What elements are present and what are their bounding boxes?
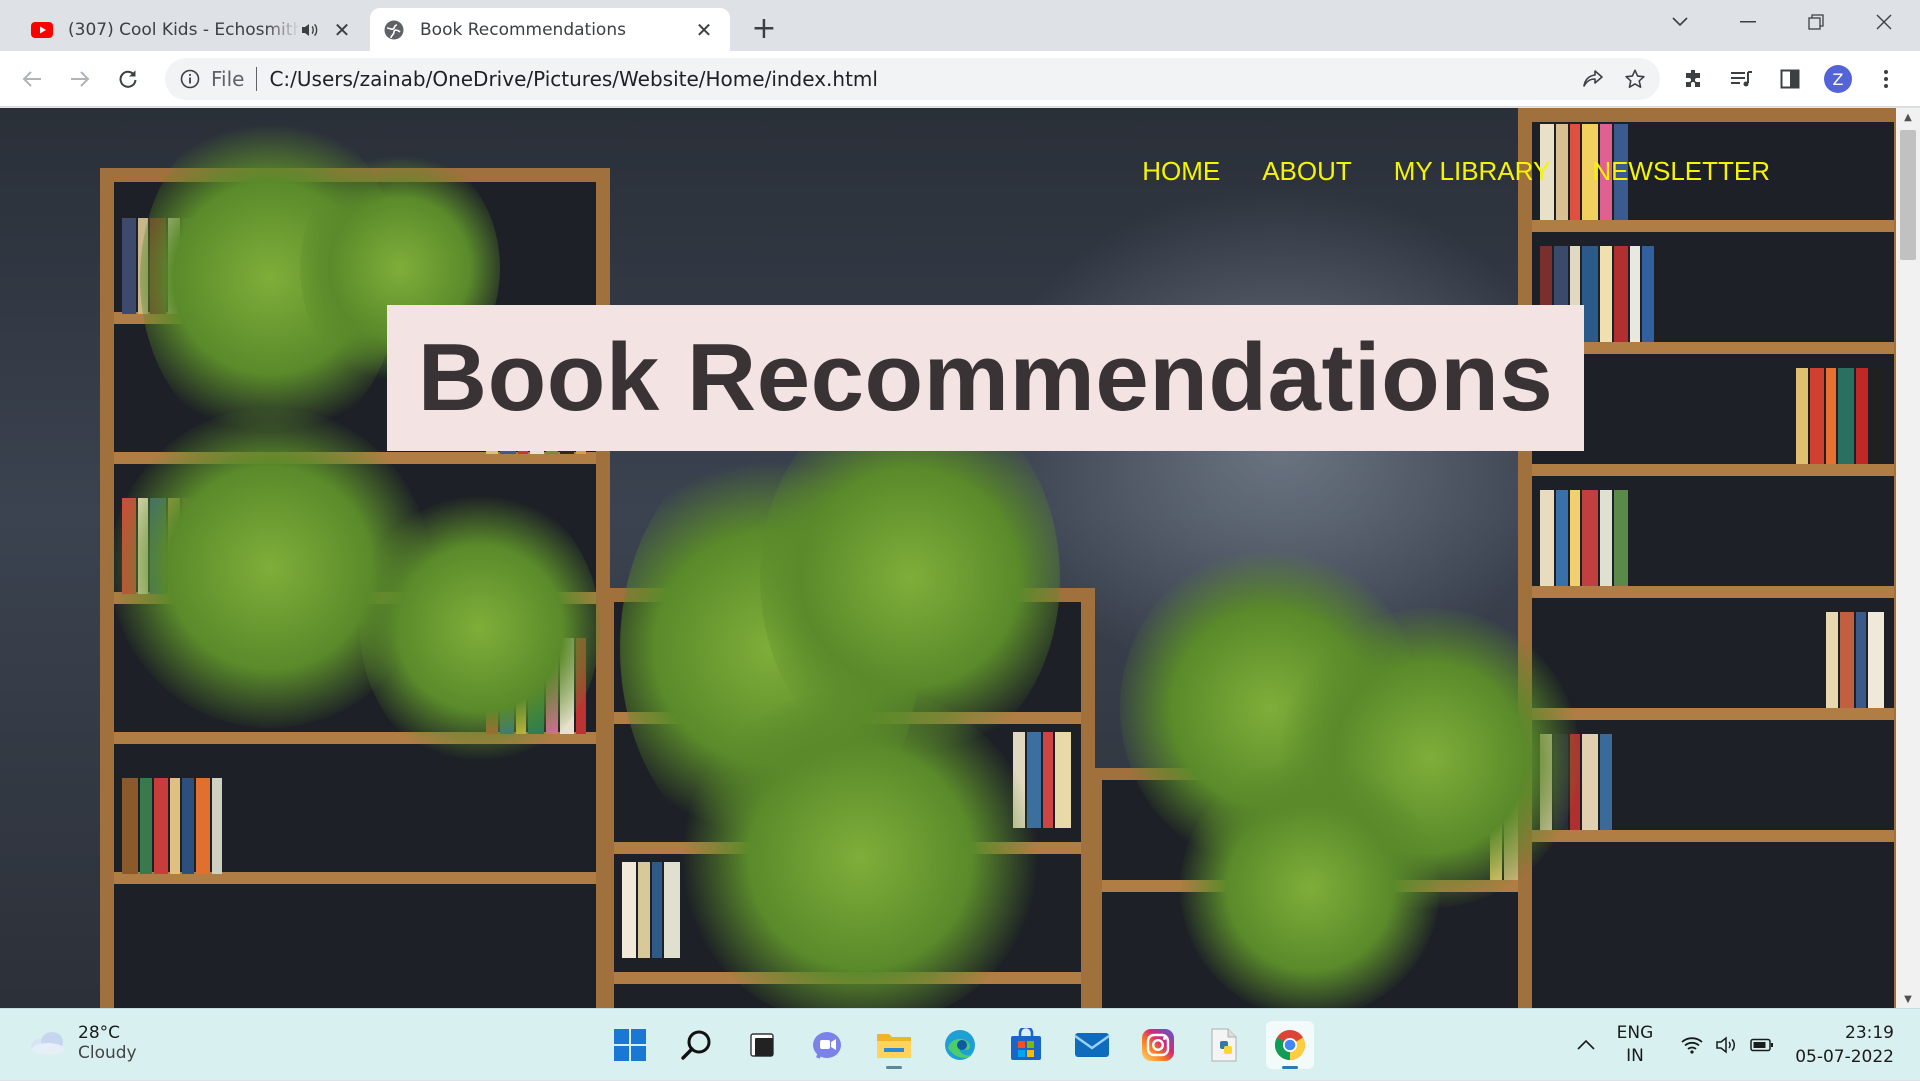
clock-date: 05-07-2022 [1795, 1047, 1894, 1067]
tab-search-icon[interactable] [1652, 0, 1708, 44]
hero-title-box: Book Recommendations [387, 305, 1584, 451]
nav-my-library-link[interactable]: MY LIBRARY [1394, 156, 1551, 187]
bookmark-star-icon[interactable] [1615, 58, 1655, 100]
teams-chat-icon[interactable] [804, 1021, 852, 1069]
scrollbar-thumb[interactable] [1900, 130, 1916, 260]
volume-icon[interactable] [1710, 1009, 1742, 1081]
chrome-icon[interactable] [1266, 1021, 1314, 1069]
lang-line2: IN [1626, 1046, 1644, 1066]
clock-time: 23:19 [1845, 1023, 1894, 1043]
menu-kebab-icon[interactable] [1868, 61, 1904, 97]
reload-icon[interactable] [110, 61, 146, 97]
browser-toolbar: File C:/Users/zainab/OneDrive/Pictures/W… [0, 51, 1920, 107]
file-explorer-icon[interactable] [870, 1021, 918, 1069]
ivy-foliage [680, 688, 1040, 1008]
instagram-icon[interactable] [1134, 1021, 1182, 1069]
scheme-label: File [211, 67, 245, 91]
speaker-icon[interactable] [300, 22, 322, 38]
page-viewport: HOME ABOUT MY LIBRARY NEWSLETTER Book Re… [0, 108, 1896, 1008]
restore-icon[interactable] [1788, 0, 1844, 44]
windows-taskbar: 28°C Cloudy ENG IN 23:19 05-07-2022 [0, 1008, 1920, 1080]
scroll-up-icon[interactable]: ▲ [1896, 108, 1920, 126]
microsoft-store-icon[interactable] [1002, 1021, 1050, 1069]
site-nav: HOME ABOUT MY LIBRARY NEWSLETTER [1142, 156, 1770, 187]
close-window-icon[interactable] [1856, 0, 1912, 44]
youtube-icon [30, 18, 54, 42]
back-icon[interactable] [14, 61, 50, 97]
cloud-icon [31, 1032, 64, 1055]
url-text[interactable]: C:/Users/zainab/OneDrive/Pictures/Websit… [269, 67, 877, 91]
extensions-icon[interactable] [1676, 61, 1712, 97]
weather-temp: 28°C [78, 1023, 121, 1043]
profile-avatar[interactable]: Z [1820, 61, 1856, 97]
new-tab-button[interactable]: + [748, 11, 780, 46]
share-icon[interactable] [1573, 58, 1613, 100]
battery-icon[interactable] [1746, 1009, 1778, 1081]
nav-home-link[interactable]: HOME [1142, 156, 1220, 187]
tab-title: (307) Cool Kids - Echosmith ( [68, 19, 300, 40]
wifi-icon[interactable] [1676, 1009, 1708, 1081]
tab-title: Book Recommendations [420, 19, 626, 40]
info-icon[interactable] [179, 68, 201, 90]
media-control-icon[interactable] [1724, 61, 1760, 97]
nav-about-link[interactable]: ABOUT [1262, 156, 1352, 187]
lang-line1: ENG [1616, 1023, 1654, 1043]
tab-strip: (307) Cool Kids - Echosmith ( ✕ Book Rec… [0, 0, 1920, 51]
side-panel-icon[interactable] [1772, 61, 1808, 97]
weather-condition: Cloudy [78, 1043, 137, 1063]
avatar-initial: Z [1824, 65, 1852, 93]
scroll-down-icon[interactable]: ▼ [1896, 990, 1920, 1008]
forward-icon[interactable] [62, 61, 98, 97]
search-icon[interactable] [672, 1021, 720, 1069]
edge-icon[interactable] [936, 1021, 984, 1069]
background-bookshelf-right [1518, 108, 1896, 1008]
ivy-foliage [360, 488, 600, 768]
close-tab-icon[interactable]: ✕ [330, 18, 354, 42]
ivy-foliage [1180, 758, 1440, 1008]
address-bar[interactable]: File C:/Users/zainab/OneDrive/Pictures/W… [165, 58, 1660, 100]
language-indicator[interactable]: ENG IN [1610, 1009, 1660, 1081]
show-hidden-icons-chevron-icon[interactable] [1568, 1009, 1604, 1081]
globe-icon [382, 18, 406, 42]
mail-icon[interactable] [1068, 1021, 1116, 1069]
tab-book-recommendations[interactable]: Book Recommendations ✕ [370, 8, 730, 51]
tab-youtube[interactable]: (307) Cool Kids - Echosmith ( ✕ [18, 8, 368, 51]
clock-widget[interactable]: 23:19 05-07-2022 [1790, 1009, 1894, 1081]
start-windows-icon[interactable] [606, 1021, 654, 1069]
close-tab-icon[interactable]: ✕ [692, 18, 716, 42]
python-file-icon[interactable] [1200, 1021, 1248, 1069]
weather-widget[interactable]: 28°C Cloudy [28, 1023, 137, 1063]
divider [256, 67, 258, 91]
running-indicator [886, 1066, 902, 1069]
nav-newsletter-link[interactable]: NEWSLETTER [1592, 156, 1770, 187]
minimize-icon[interactable] [1720, 0, 1776, 44]
page-scrollbar[interactable]: ▲ ▼ [1896, 108, 1920, 1008]
running-indicator [1282, 1066, 1298, 1069]
page-title: Book Recommendations [417, 324, 1554, 431]
task-view-icon[interactable] [738, 1021, 786, 1069]
